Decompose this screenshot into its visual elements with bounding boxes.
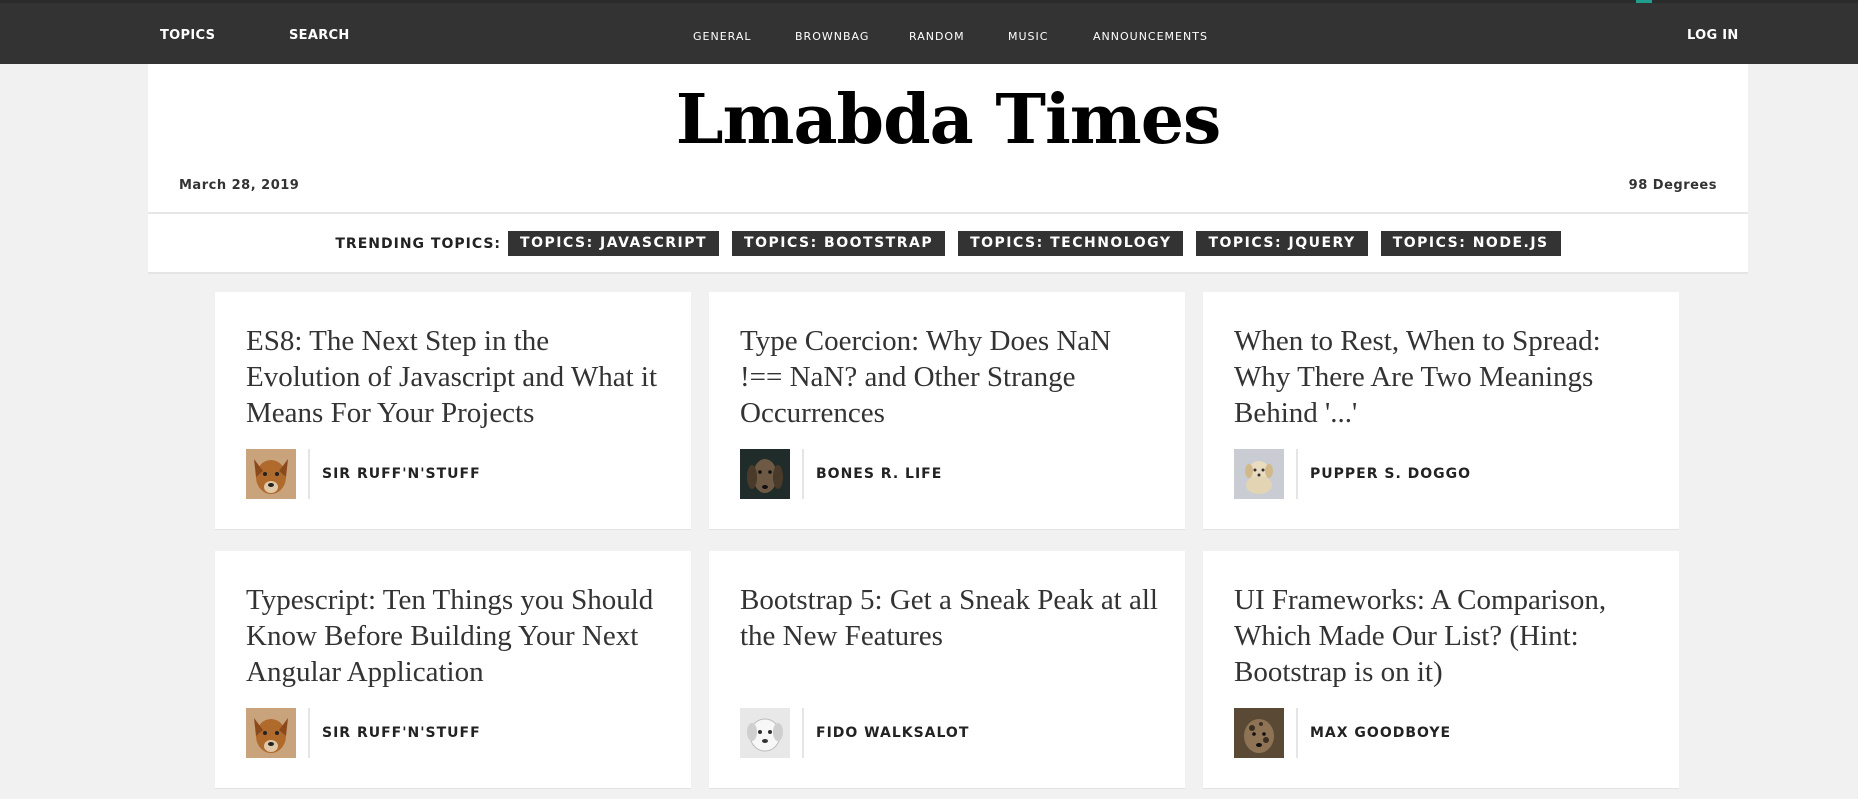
author-divider [1296, 449, 1298, 499]
header-temperature: 98 Degrees [1628, 178, 1717, 193]
site-title: Lmabda Times [675, 80, 1222, 160]
article-headline[interactable]: Bootstrap 5: Get a Sneak Peak at all the… [740, 582, 1160, 654]
article-card[interactable]: Bootstrap 5: Get a Sneak Peak at all the… [709, 551, 1185, 789]
nav-general-link[interactable]: GENERAL [693, 30, 752, 43]
nav-announcements-link[interactable]: ANNOUNCEMENTS [1093, 30, 1208, 43]
article-author: PUPPER S. DOGGO [1234, 449, 1471, 499]
author-name: SIR RUFF'N'STUFF [322, 725, 481, 741]
trending-topics-bar: TRENDING TOPICS: TOPICS: JAVASCRIPT TOPI… [148, 214, 1748, 274]
brown-dog-avatar-icon [246, 708, 296, 758]
article-author: BONES R. LIFE [740, 449, 942, 499]
article-headline[interactable]: ES8: The Next Step in the Evolution of J… [246, 323, 666, 431]
author-name: BONES R. LIFE [816, 466, 943, 482]
article-author: MAX GOODBOYE [1234, 708, 1451, 758]
login-link[interactable]: LOG IN [1687, 28, 1739, 43]
white-dog-avatar-icon [740, 708, 790, 758]
top-nav-bar: TOPICS SEARCH GENERAL BROWNBAG RANDOM MU… [0, 0, 1858, 64]
site-header: Lmabda Times March 28, 2019 98 Degrees [148, 64, 1748, 212]
author-divider [1296, 708, 1298, 758]
author-name: PUPPER S. DOGGO [1310, 466, 1472, 482]
dark-dog-avatar-icon [740, 449, 790, 499]
article-card[interactable]: ES8: The Next Step in the Evolution of J… [215, 292, 691, 530]
header-date: March 28, 2019 [179, 178, 300, 193]
top-hairline [0, 0, 1858, 3]
nav-brownbag-link[interactable]: BROWNBAG [795, 30, 869, 43]
nav-topics-link[interactable]: TOPICS [160, 28, 215, 43]
article-card[interactable]: When to Rest, When to Spread: Why There … [1203, 292, 1679, 530]
article-headline[interactable]: Type Coercion: Why Does NaN !== NaN? and… [740, 323, 1160, 431]
tag-technology[interactable]: TOPICS: TECHNOLOGY [958, 231, 1184, 256]
tag-javascript[interactable]: TOPICS: JAVASCRIPT [508, 231, 720, 256]
author-divider [308, 708, 310, 758]
article-author: SIR RUFF'N'STUFF [246, 449, 481, 499]
nav-music-link[interactable]: MUSIC [1008, 30, 1048, 43]
trending-label: TRENDING TOPICS: [335, 235, 502, 252]
article-card[interactable]: Typescript: Ten Things you Should Know B… [215, 551, 691, 789]
nav-random-link[interactable]: RANDOM [909, 30, 965, 43]
author-divider [802, 708, 804, 758]
author-divider [802, 449, 804, 499]
tag-jquery[interactable]: TOPICS: JQUERY [1196, 231, 1368, 256]
nav-search-link[interactable]: SEARCH [289, 28, 350, 43]
article-headline[interactable]: Typescript: Ten Things you Should Know B… [246, 582, 666, 690]
article-headline[interactable]: When to Rest, When to Spread: Why There … [1234, 323, 1654, 431]
spotted-dog-avatar-icon [1234, 708, 1284, 758]
tag-bootstrap[interactable]: TOPICS: BOOTSTRAP [732, 231, 946, 256]
author-name: SIR RUFF'N'STUFF [322, 466, 481, 482]
puppy-avatar-icon [1234, 449, 1284, 499]
scroll-accent [1636, 0, 1652, 3]
author-name: FIDO WALKSALOT [816, 725, 970, 741]
article-card[interactable]: Type Coercion: Why Does NaN !== NaN? and… [709, 292, 1185, 530]
tag-nodejs[interactable]: TOPICS: NODE.JS [1380, 231, 1561, 256]
article-author: SIR RUFF'N'STUFF [246, 708, 481, 758]
article-author: FIDO WALKSALOT [740, 708, 969, 758]
article-cards: ES8: The Next Step in the Evolution of J… [215, 292, 1680, 789]
author-divider [308, 449, 310, 499]
article-card[interactable]: UI Frameworks: A Comparison, Which Made … [1203, 551, 1679, 789]
article-headline[interactable]: UI Frameworks: A Comparison, Which Made … [1234, 582, 1654, 690]
brown-dog-avatar-icon [246, 449, 296, 499]
author-name: MAX GOODBOYE [1310, 725, 1452, 741]
